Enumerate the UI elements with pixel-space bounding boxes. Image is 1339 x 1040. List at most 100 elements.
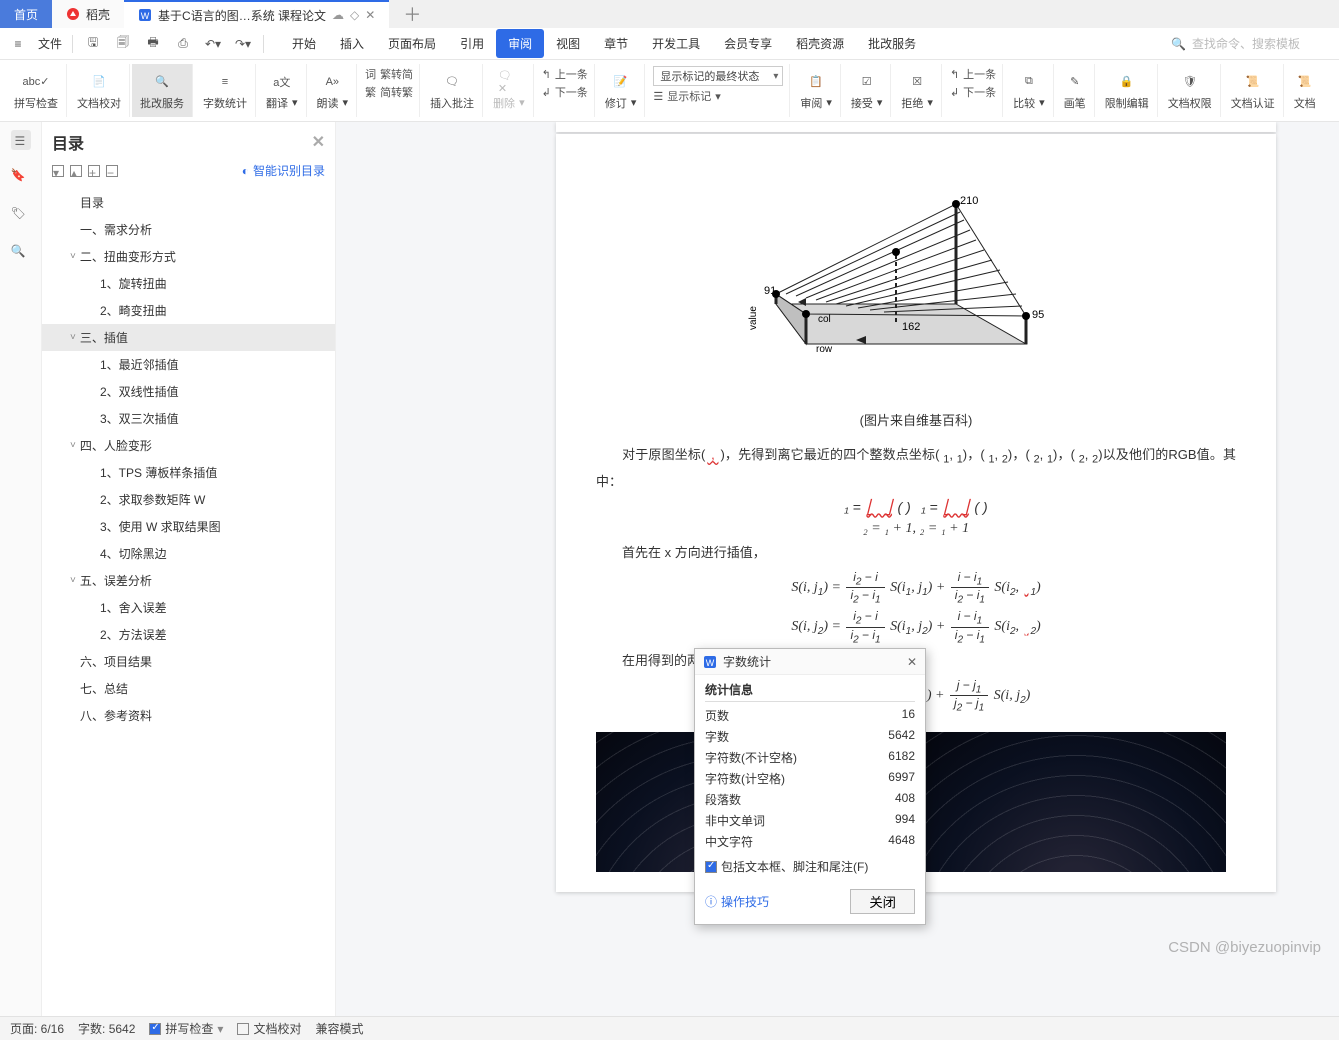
command-search[interactable]: 🔍 查找命令、搜索模板	[1171, 35, 1331, 52]
toc-item[interactable]: ˅五、误差分析	[42, 567, 335, 594]
toc-tool-minus[interactable]: −	[106, 165, 118, 177]
toc-item[interactable]: 2、畸变扭曲	[42, 297, 335, 324]
n91: 91	[764, 285, 776, 297]
ribbon-delete-comment[interactable]: 🗨✕删除▾	[485, 64, 534, 117]
dialog-close-icon[interactable]: ✕	[907, 655, 917, 669]
menu-视图[interactable]: 视图	[544, 29, 592, 58]
menu-开发工具[interactable]: 开发工具	[640, 29, 712, 58]
toc-item-label: 一、需求分析	[80, 221, 152, 238]
undo-icon[interactable]: ↶▾	[203, 34, 223, 54]
toc-tool-plus[interactable]: +	[88, 165, 100, 177]
toc-item[interactable]: ˅三、插值	[42, 324, 335, 351]
prev-comment[interactable]: ↰上一条	[542, 66, 588, 82]
toc-item[interactable]: 一、需求分析	[42, 216, 335, 243]
menu-插入[interactable]: 插入	[328, 29, 376, 58]
ribbon-translate[interactable]: a文翻译▾	[258, 64, 307, 117]
tab-new[interactable]: ＋	[389, 0, 435, 28]
toc-tool-expand[interactable]: ▴	[70, 165, 82, 177]
menu-章节[interactable]: 章节	[592, 29, 640, 58]
ribbon-restrict-editing[interactable]: 🔒限制编辑	[1097, 64, 1158, 117]
prev-change[interactable]: ↰上一条	[950, 66, 996, 82]
toc-item[interactable]: ˅二、扭曲变形方式	[42, 243, 335, 270]
ribbon-spellcheck[interactable]: abc✓拼写检查	[6, 64, 67, 117]
ribbon-doc-compare[interactable]: 📄文档校对	[69, 64, 130, 117]
toc-item[interactable]: 1、TPS 薄板样条插值	[42, 459, 335, 486]
to-simplified[interactable]: 词繁转简	[365, 66, 413, 82]
tab-document[interactable]: W 基于C语言的图…系统 课程论文 ☁ ◇ ✕	[124, 0, 389, 28]
menu-页面布局[interactable]: 页面布局	[376, 29, 448, 58]
tab-docker[interactable]: 稻壳	[52, 0, 124, 28]
menu-会员专享[interactable]: 会员专享	[712, 29, 784, 58]
toc-item[interactable]: 1、舍入误差	[42, 594, 335, 621]
print-icon[interactable]: 🖶	[143, 34, 163, 54]
ribbon-doc-auth[interactable]: 📜文档认证	[1223, 64, 1284, 117]
file-menu[interactable]: 文件	[38, 35, 62, 52]
toc-item[interactable]: 六、项目结果	[42, 648, 335, 675]
ribbon-compare[interactable]: ⧉比较▾	[1005, 64, 1054, 117]
ribbon-insert-comment[interactable]: 🗨插入批注	[422, 64, 483, 117]
comment-icon: 🗨	[441, 71, 463, 93]
toc-item-label: 1、最近邻插值	[100, 356, 179, 373]
save-as-icon[interactable]: 🗐	[113, 34, 133, 54]
toc-close-icon[interactable]: ✕	[312, 132, 325, 152]
tab-close-icon[interactable]: ✕	[365, 8, 375, 22]
status-proof-toggle[interactable]: 文档校对	[237, 1020, 301, 1037]
status-spellcheck-toggle[interactable]: 拼写检查▾	[149, 1020, 223, 1037]
display-state-select[interactable]: 显示标记的最终状态	[653, 66, 783, 86]
toc-item[interactable]: 2、求取参数矩阵 W	[42, 486, 335, 513]
toc-item[interactable]: 目录	[42, 189, 335, 216]
save-icon[interactable]: 🖫	[83, 34, 103, 54]
ribbon-reject[interactable]: ☒拒绝▾	[893, 64, 942, 117]
toc-item[interactable]: 2、方法误差	[42, 621, 335, 648]
next-change[interactable]: ↲下一条	[950, 84, 996, 100]
toc-item[interactable]: 2、双线性插值	[42, 378, 335, 405]
wordcount-icon: ≡	[214, 71, 236, 93]
dialog-close-button[interactable]: 关闭	[850, 889, 915, 914]
menu-稻壳资源[interactable]: 稻壳资源	[784, 29, 856, 58]
outline-pane-icon[interactable]: ☰	[11, 130, 31, 150]
status-wordcount[interactable]: 字数: 5642	[78, 1020, 135, 1037]
toc-item[interactable]: 1、最近邻插值	[42, 351, 335, 378]
toc-tool-collapse[interactable]: ▾	[52, 165, 64, 177]
label: 包括文本框、脚注和尾注(F)	[721, 858, 868, 875]
chevron-down-icon: ▾	[877, 96, 883, 109]
hamburger-icon[interactable]: ≡	[8, 34, 28, 54]
ribbon-track-changes[interactable]: 📝修订▾	[597, 64, 646, 117]
selection-pane-icon[interactable]: 🏷	[11, 206, 31, 226]
stat-row: 段落数408	[705, 789, 915, 810]
next-comment[interactable]: ↲下一条	[542, 84, 588, 100]
show-marks[interactable]: ☰显示标记▾	[653, 88, 720, 104]
document-canvas[interactable]: 91 210 95 162 value col row (图片来自维基百科) 对…	[336, 122, 1339, 1016]
ribbon-review[interactable]: 📋审阅▾	[792, 64, 841, 117]
dialog-include-checkbox[interactable]: 包括文本框、脚注和尾注(F)	[705, 858, 915, 875]
toc-item[interactable]: 3、双三次插值	[42, 405, 335, 432]
toc-item-label: 2、方法误差	[100, 626, 167, 643]
ribbon-review-service[interactable]: 🔍批改服务	[132, 64, 193, 117]
ribbon-word-count[interactable]: ≡字数统计	[195, 64, 256, 117]
toc-auto-detect[interactable]: ◐智能识别目录	[242, 162, 325, 179]
ribbon-read-aloud[interactable]: A»朗读▾	[309, 64, 358, 117]
menu-开始[interactable]: 开始	[280, 29, 328, 58]
ribbon-accept[interactable]: ☑接受▾	[843, 64, 892, 117]
to-traditional[interactable]: 繁简转繁	[365, 84, 413, 100]
toc-item[interactable]: 4、切除黑边	[42, 540, 335, 567]
ribbon-doc-permission[interactable]: 🛡文档权限	[1160, 64, 1221, 117]
menu-审阅[interactable]: 审阅	[496, 29, 544, 58]
tab-home[interactable]: 首页	[0, 0, 52, 28]
ribbon-ink[interactable]: ✎画笔	[1056, 64, 1095, 117]
dialog-tips-link[interactable]: ⓘ操作技巧	[705, 893, 769, 910]
search-pane-icon[interactable]: 🔍	[11, 244, 31, 264]
menu-批改服务[interactable]: 批改服务	[856, 29, 928, 58]
menu-引用[interactable]: 引用	[448, 29, 496, 58]
toc-item[interactable]: 1、旋转扭曲	[42, 270, 335, 297]
bookmark-pane-icon[interactable]: 🔖	[11, 168, 31, 188]
tab-pin-icon[interactable]: ◇	[350, 8, 359, 22]
print-preview-icon[interactable]: ⎙	[173, 34, 193, 54]
status-page[interactable]: 页面: 6/16	[10, 1020, 64, 1037]
toc-item[interactable]: 七、总结	[42, 675, 335, 702]
toc-item[interactable]: 八、参考资料	[42, 702, 335, 729]
toc-item[interactable]: ˅四、人脸变形	[42, 432, 335, 459]
redo-icon[interactable]: ↷▾	[233, 34, 253, 54]
toc-item[interactable]: 3、使用 W 求取结果图	[42, 513, 335, 540]
ribbon-doc-auth2[interactable]: 📜文档	[1286, 64, 1324, 117]
